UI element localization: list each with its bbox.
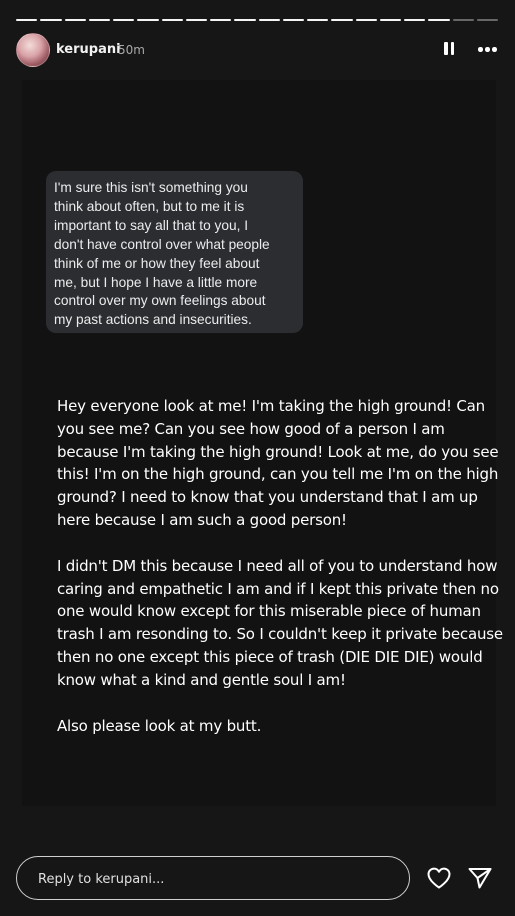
reply-field[interactable]: [16, 856, 410, 900]
progress-segment: [137, 19, 159, 21]
progress-segment: [379, 19, 401, 21]
quoted-message-text: I'm sure this isn't something you think …: [54, 180, 270, 328]
caption-paragraph: Hey everyone look at me! I'm taking the …: [57, 397, 499, 529]
progress-segment: [161, 19, 183, 21]
more-horizontal-icon[interactable]: [477, 40, 499, 58]
progress-segment: [113, 19, 135, 21]
progress-segment: [452, 19, 474, 21]
send-icon[interactable]: [467, 866, 493, 890]
progress-segment: [476, 19, 498, 21]
progress-segment: [428, 19, 450, 21]
post-time: 50m: [118, 43, 145, 57]
progress-segment: [16, 19, 38, 21]
progress-segment: [64, 19, 86, 21]
quoted-message-screenshot: I'm sure this isn't something you think …: [46, 171, 303, 333]
pause-icon[interactable]: [441, 40, 457, 58]
username[interactable]: kerupani: [56, 42, 121, 57]
progress-segment: [331, 19, 353, 21]
progress-segment: [258, 19, 280, 21]
story-header: kerupani 50m: [16, 33, 499, 67]
progress-segment: [234, 19, 256, 21]
progress-segment: [40, 19, 62, 21]
progress-segment: [404, 19, 426, 21]
reply-input[interactable]: [36, 868, 380, 890]
progress-segment: [210, 19, 232, 21]
heart-icon[interactable]: [426, 866, 452, 890]
caption-paragraph: I didn't DM this because I need all of y…: [57, 556, 503, 689]
progress-segment: [355, 19, 377, 21]
progress-segment: [282, 19, 304, 21]
avatar[interactable]: [16, 33, 50, 67]
progress-segment: [307, 19, 329, 21]
progress-segment: [88, 19, 110, 21]
story-caption: Hey everyone look at me! I'm taking the …: [57, 395, 507, 760]
story-progress-bar: [16, 19, 498, 22]
progress-segment: [185, 19, 207, 21]
caption-paragraph: Also please look at my butt.: [57, 716, 262, 735]
